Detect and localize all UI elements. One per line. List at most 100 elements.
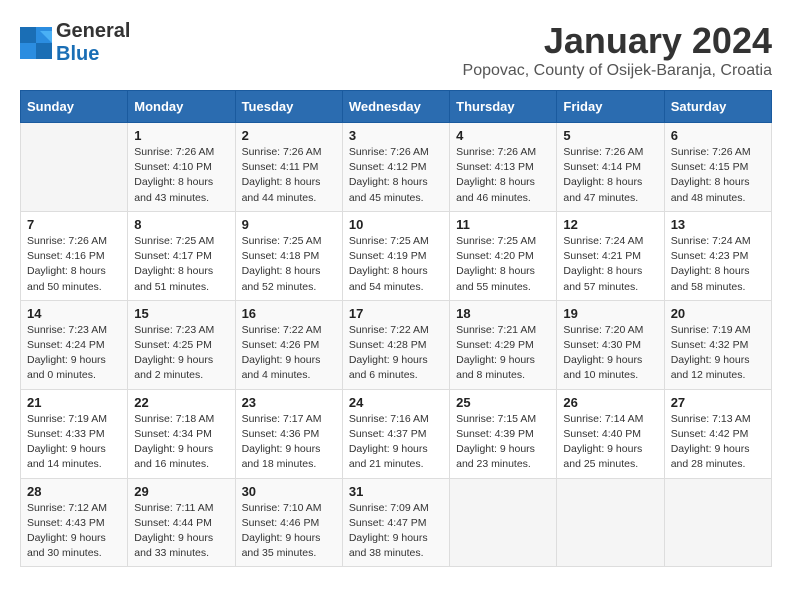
day-number: 6 <box>671 128 765 143</box>
day-info: Sunrise: 7:19 AM Sunset: 4:33 PM Dayligh… <box>27 412 121 473</box>
calendar-cell: 6 Sunrise: 7:26 AM Sunset: 4:15 PM Daylig… <box>664 123 771 212</box>
day-number: 22 <box>134 395 228 410</box>
weekday-header-sunday: Sunday <box>21 91 128 123</box>
day-info: Sunrise: 7:26 AM Sunset: 4:10 PM Dayligh… <box>134 145 228 206</box>
calendar-cell: 20Sunrise: 7:19 AM Sunset: 4:32 PM Dayli… <box>664 300 771 389</box>
day-number: 25 <box>456 395 550 410</box>
day-info: Sunrise: 7:16 AM Sunset: 4:37 PM Dayligh… <box>349 412 443 473</box>
day-number: 23 <box>242 395 336 410</box>
logo-blue: Blue <box>56 43 99 65</box>
day-info: Sunrise: 7:10 AM Sunset: 4:46 PM Dayligh… <box>242 501 336 562</box>
calendar-cell: 7 Sunrise: 7:26 AM Sunset: 4:16 PM Daylig… <box>21 211 128 300</box>
day-info: Sunrise: 7:26 AM Sunset: 4:16 PM Dayligh… <box>27 234 121 295</box>
day-info: Sunrise: 7:23 AM Sunset: 4:25 PM Dayligh… <box>134 323 228 384</box>
day-info: Sunrise: 7:22 AM Sunset: 4:28 PM Dayligh… <box>349 323 443 384</box>
calendar-cell: 22 Sunrise: 7:18 AM Sunset: 4:34 PM Dayli… <box>128 389 235 478</box>
day-number: 1 <box>134 128 228 143</box>
day-number: 31 <box>349 484 443 499</box>
month-title: January 2024 <box>463 20 772 62</box>
weekday-header-wednesday: Wednesday <box>342 91 449 123</box>
day-info: Sunrise: 7:25 AM Sunset: 4:18 PM Dayligh… <box>242 234 336 295</box>
day-info: Sunrise: 7:24 AM Sunset: 4:23 PM Dayligh… <box>671 234 765 295</box>
week-row-2: 7 Sunrise: 7:26 AM Sunset: 4:16 PM Daylig… <box>21 211 772 300</box>
day-number: 3 <box>349 128 443 143</box>
calendar-cell: 28 Sunrise: 7:12 AM Sunset: 4:43 PM Dayli… <box>21 478 128 567</box>
day-info: Sunrise: 7:14 AM Sunset: 4:40 PM Dayligh… <box>563 412 657 473</box>
calendar-cell: 18Sunrise: 7:21 AM Sunset: 4:29 PM Dayli… <box>450 300 557 389</box>
logo: General Blue <box>20 20 130 66</box>
logo-general: General <box>56 20 130 42</box>
day-info: Sunrise: 7:26 AM Sunset: 4:11 PM Dayligh… <box>242 145 336 206</box>
day-info: Sunrise: 7:20 AM Sunset: 4:30 PM Dayligh… <box>563 323 657 384</box>
calendar-cell: 29 Sunrise: 7:11 AM Sunset: 4:44 PM Dayli… <box>128 478 235 567</box>
calendar-cell: 26 Sunrise: 7:14 AM Sunset: 4:40 PM Dayli… <box>557 389 664 478</box>
calendar-cell: 10 Sunrise: 7:25 AM Sunset: 4:19 PM Dayli… <box>342 211 449 300</box>
day-number: 28 <box>27 484 121 499</box>
weekday-header-tuesday: Tuesday <box>235 91 342 123</box>
day-info: Sunrise: 7:26 AM Sunset: 4:15 PM Dayligh… <box>671 145 765 206</box>
calendar-cell: 1 Sunrise: 7:26 AM Sunset: 4:10 PM Daylig… <box>128 123 235 212</box>
day-number: 30 <box>242 484 336 499</box>
week-row-1: 1 Sunrise: 7:26 AM Sunset: 4:10 PM Daylig… <box>21 123 772 212</box>
day-number: 8 <box>134 217 228 232</box>
day-number: 24 <box>349 395 443 410</box>
calendar-cell: 8 Sunrise: 7:25 AM Sunset: 4:17 PM Daylig… <box>128 211 235 300</box>
weekday-header-monday: Monday <box>128 91 235 123</box>
page-header: General Blue January 2024 Popovac, Count… <box>20 20 772 80</box>
day-number: 12 <box>563 217 657 232</box>
calendar-cell: 21 Sunrise: 7:19 AM Sunset: 4:33 PM Dayli… <box>21 389 128 478</box>
day-info: Sunrise: 7:18 AM Sunset: 4:34 PM Dayligh… <box>134 412 228 473</box>
day-info: Sunrise: 7:19 AM Sunset: 4:32 PM Dayligh… <box>671 323 765 384</box>
day-info: Sunrise: 7:17 AM Sunset: 4:36 PM Dayligh… <box>242 412 336 473</box>
calendar-cell: 5 Sunrise: 7:26 AM Sunset: 4:14 PM Daylig… <box>557 123 664 212</box>
calendar-cell: 17Sunrise: 7:22 AM Sunset: 4:28 PM Dayli… <box>342 300 449 389</box>
day-number: 21 <box>27 395 121 410</box>
day-number: 16 <box>242 306 336 321</box>
day-info: Sunrise: 7:25 AM Sunset: 4:20 PM Dayligh… <box>456 234 550 295</box>
day-number: 29 <box>134 484 228 499</box>
title-section: January 2024 Popovac, County of Osijek-B… <box>463 20 772 80</box>
calendar-cell: 31Sunrise: 7:09 AM Sunset: 4:47 PM Dayli… <box>342 478 449 567</box>
calendar-cell: 14 Sunrise: 7:23 AM Sunset: 4:24 PM Dayli… <box>21 300 128 389</box>
weekday-header-row: SundayMondayTuesdayWednesdayThursdayFrid… <box>21 91 772 123</box>
day-info: Sunrise: 7:25 AM Sunset: 4:17 PM Dayligh… <box>134 234 228 295</box>
day-info: Sunrise: 7:25 AM Sunset: 4:19 PM Dayligh… <box>349 234 443 295</box>
day-number: 4 <box>456 128 550 143</box>
day-number: 19 <box>563 306 657 321</box>
week-row-4: 21 Sunrise: 7:19 AM Sunset: 4:33 PM Dayli… <box>21 389 772 478</box>
day-info: Sunrise: 7:26 AM Sunset: 4:13 PM Dayligh… <box>456 145 550 206</box>
location-title: Popovac, County of Osijek-Baranja, Croat… <box>463 62 772 80</box>
calendar-cell: 12 Sunrise: 7:24 AM Sunset: 4:21 PM Dayli… <box>557 211 664 300</box>
day-number: 27 <box>671 395 765 410</box>
calendar-cell <box>450 478 557 567</box>
day-number: 7 <box>27 217 121 232</box>
day-info: Sunrise: 7:12 AM Sunset: 4:43 PM Dayligh… <box>27 501 121 562</box>
calendar-cell: 11Sunrise: 7:25 AM Sunset: 4:20 PM Dayli… <box>450 211 557 300</box>
calendar-cell: 2 Sunrise: 7:26 AM Sunset: 4:11 PM Daylig… <box>235 123 342 212</box>
calendar-cell <box>664 478 771 567</box>
calendar-table: SundayMondayTuesdayWednesdayThursdayFrid… <box>20 90 772 567</box>
day-number: 14 <box>27 306 121 321</box>
calendar-cell: 13Sunrise: 7:24 AM Sunset: 4:23 PM Dayli… <box>664 211 771 300</box>
day-info: Sunrise: 7:26 AM Sunset: 4:14 PM Dayligh… <box>563 145 657 206</box>
day-info: Sunrise: 7:11 AM Sunset: 4:44 PM Dayligh… <box>134 501 228 562</box>
calendar-cell: 16Sunrise: 7:22 AM Sunset: 4:26 PM Dayli… <box>235 300 342 389</box>
calendar-cell: 24 Sunrise: 7:16 AM Sunset: 4:37 PM Dayli… <box>342 389 449 478</box>
day-info: Sunrise: 7:23 AM Sunset: 4:24 PM Dayligh… <box>27 323 121 384</box>
day-number: 15 <box>134 306 228 321</box>
calendar-cell: 30 Sunrise: 7:10 AM Sunset: 4:46 PM Dayli… <box>235 478 342 567</box>
calendar-cell: 15 Sunrise: 7:23 AM Sunset: 4:25 PM Dayli… <box>128 300 235 389</box>
weekday-header-thursday: Thursday <box>450 91 557 123</box>
day-number: 5 <box>563 128 657 143</box>
day-number: 26 <box>563 395 657 410</box>
calendar-cell <box>21 123 128 212</box>
calendar-cell: 25 Sunrise: 7:15 AM Sunset: 4:39 PM Dayli… <box>450 389 557 478</box>
day-number: 10 <box>349 217 443 232</box>
calendar-cell <box>557 478 664 567</box>
day-info: Sunrise: 7:15 AM Sunset: 4:39 PM Dayligh… <box>456 412 550 473</box>
day-info: Sunrise: 7:24 AM Sunset: 4:21 PM Dayligh… <box>563 234 657 295</box>
logo-icon <box>20 27 52 59</box>
week-row-3: 14 Sunrise: 7:23 AM Sunset: 4:24 PM Dayli… <box>21 300 772 389</box>
day-number: 18 <box>456 306 550 321</box>
day-number: 2 <box>242 128 336 143</box>
